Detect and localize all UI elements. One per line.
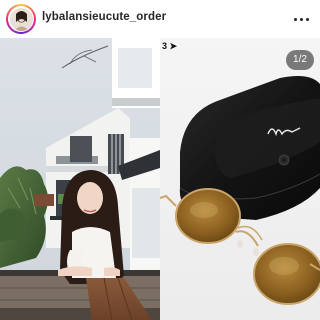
carousel-counter-badge: 1/2 — [286, 50, 314, 70]
girl-balcony-photo — [0, 38, 160, 320]
more-dot — [305, 17, 309, 21]
avatar-photo-icon — [9, 7, 33, 31]
avatar[interactable] — [6, 4, 36, 34]
post-header: lybalansieucute_order — [0, 0, 320, 38]
username-link[interactable]: lybalansieucute_order — [42, 11, 166, 23]
post-media[interactable]: 3 ➤ 1/2 — [0, 38, 320, 320]
more-dot — [299, 17, 303, 21]
more-options-icon[interactable] — [290, 8, 312, 30]
avatar-image — [9, 7, 33, 31]
post-photo-right: 3 ➤ 1/2 — [160, 38, 320, 320]
sunglasses-case-photo — [160, 38, 320, 320]
more-dot — [293, 17, 297, 21]
post-photo-left — [0, 38, 160, 320]
status-time: 3 — [162, 41, 168, 51]
avatar-inner — [8, 6, 34, 32]
location-arrow-icon: ➤ — [169, 41, 178, 51]
